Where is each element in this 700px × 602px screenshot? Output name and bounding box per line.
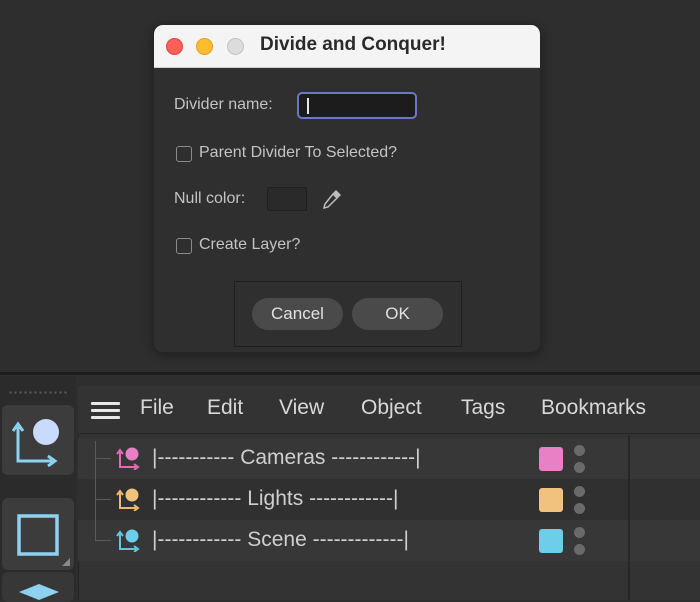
menu-view[interactable]: View [279,396,324,420]
menu-edit[interactable]: Edit [207,396,243,420]
object-name-scene[interactable]: |------------ Scene -------------| [152,528,409,552]
object-name-lights[interactable]: |------------ Lights ------------| [152,487,398,511]
null-object-icon [116,488,140,511]
null-object-icon [12,419,59,467]
parent-divider-checkbox[interactable] [176,146,192,162]
hierarchy-branch [95,458,111,459]
hamburger-menu-icon[interactable] [91,402,120,420]
parent-divider-label: Parent Divider To Selected? [199,144,398,161]
toolbar-grip-handle[interactable] [8,390,68,396]
editor-visibility-dot[interactable] [574,527,585,538]
editor-visibility-dot[interactable] [574,445,585,456]
cancel-button[interactable]: Cancel [252,298,343,330]
null-color-swatch[interactable] [267,187,307,211]
object-color-tag-cameras[interactable] [539,447,563,471]
zoom-window-button[interactable] [227,38,244,55]
create-layer-checkbox[interactable] [176,238,192,254]
minimize-window-button[interactable] [196,38,213,55]
null-color-label: Null color: [174,190,246,207]
close-window-button[interactable] [166,38,183,55]
null-object-icon [116,447,140,470]
column-divider[interactable] [628,435,630,600]
tool-flyout-indicator [62,558,70,566]
editor-visibility-dot[interactable] [574,486,585,497]
divide-and-conquer-dialog: Divide and Conquer! Divider name: Parent… [153,24,541,353]
cube-icon [17,514,59,556]
render-visibility-dot[interactable] [574,503,585,514]
layers-icon [19,584,59,600]
null-object-icon [116,529,140,552]
hierarchy-line [95,441,96,541]
divider-name-input[interactable] [297,92,417,119]
create-layer-label: Create Layer? [199,236,301,253]
object-manager-menubar: File Edit View Object Tags Bookmarks [78,386,700,434]
object-name-cameras[interactable]: |----------- Cameras ------------| [152,446,421,470]
menu-bookmarks[interactable]: Bookmarks [541,396,646,420]
dialog-titlebar: Divide and Conquer! [154,25,540,68]
eyedropper-icon[interactable] [320,187,344,211]
menu-object[interactable]: Object [361,396,422,420]
null-object-tool-button[interactable] [2,405,74,475]
panel-separator[interactable] [0,372,700,375]
menu-tags[interactable]: Tags [461,396,505,420]
object-color-tag-scene[interactable] [539,529,563,553]
divider-name-label: Divider name: [174,96,273,113]
hierarchy-branch [95,499,111,500]
render-visibility-dot[interactable] [574,462,585,473]
layers-tool-button[interactable] [2,572,74,602]
ok-button[interactable]: OK [352,298,443,330]
object-color-tag-lights[interactable] [539,488,563,512]
hierarchy-branch [95,540,111,541]
render-visibility-dot[interactable] [574,544,585,555]
menu-file[interactable]: File [140,396,174,420]
dialog-title: Divide and Conquer! [260,34,446,55]
text-caret [307,98,309,114]
